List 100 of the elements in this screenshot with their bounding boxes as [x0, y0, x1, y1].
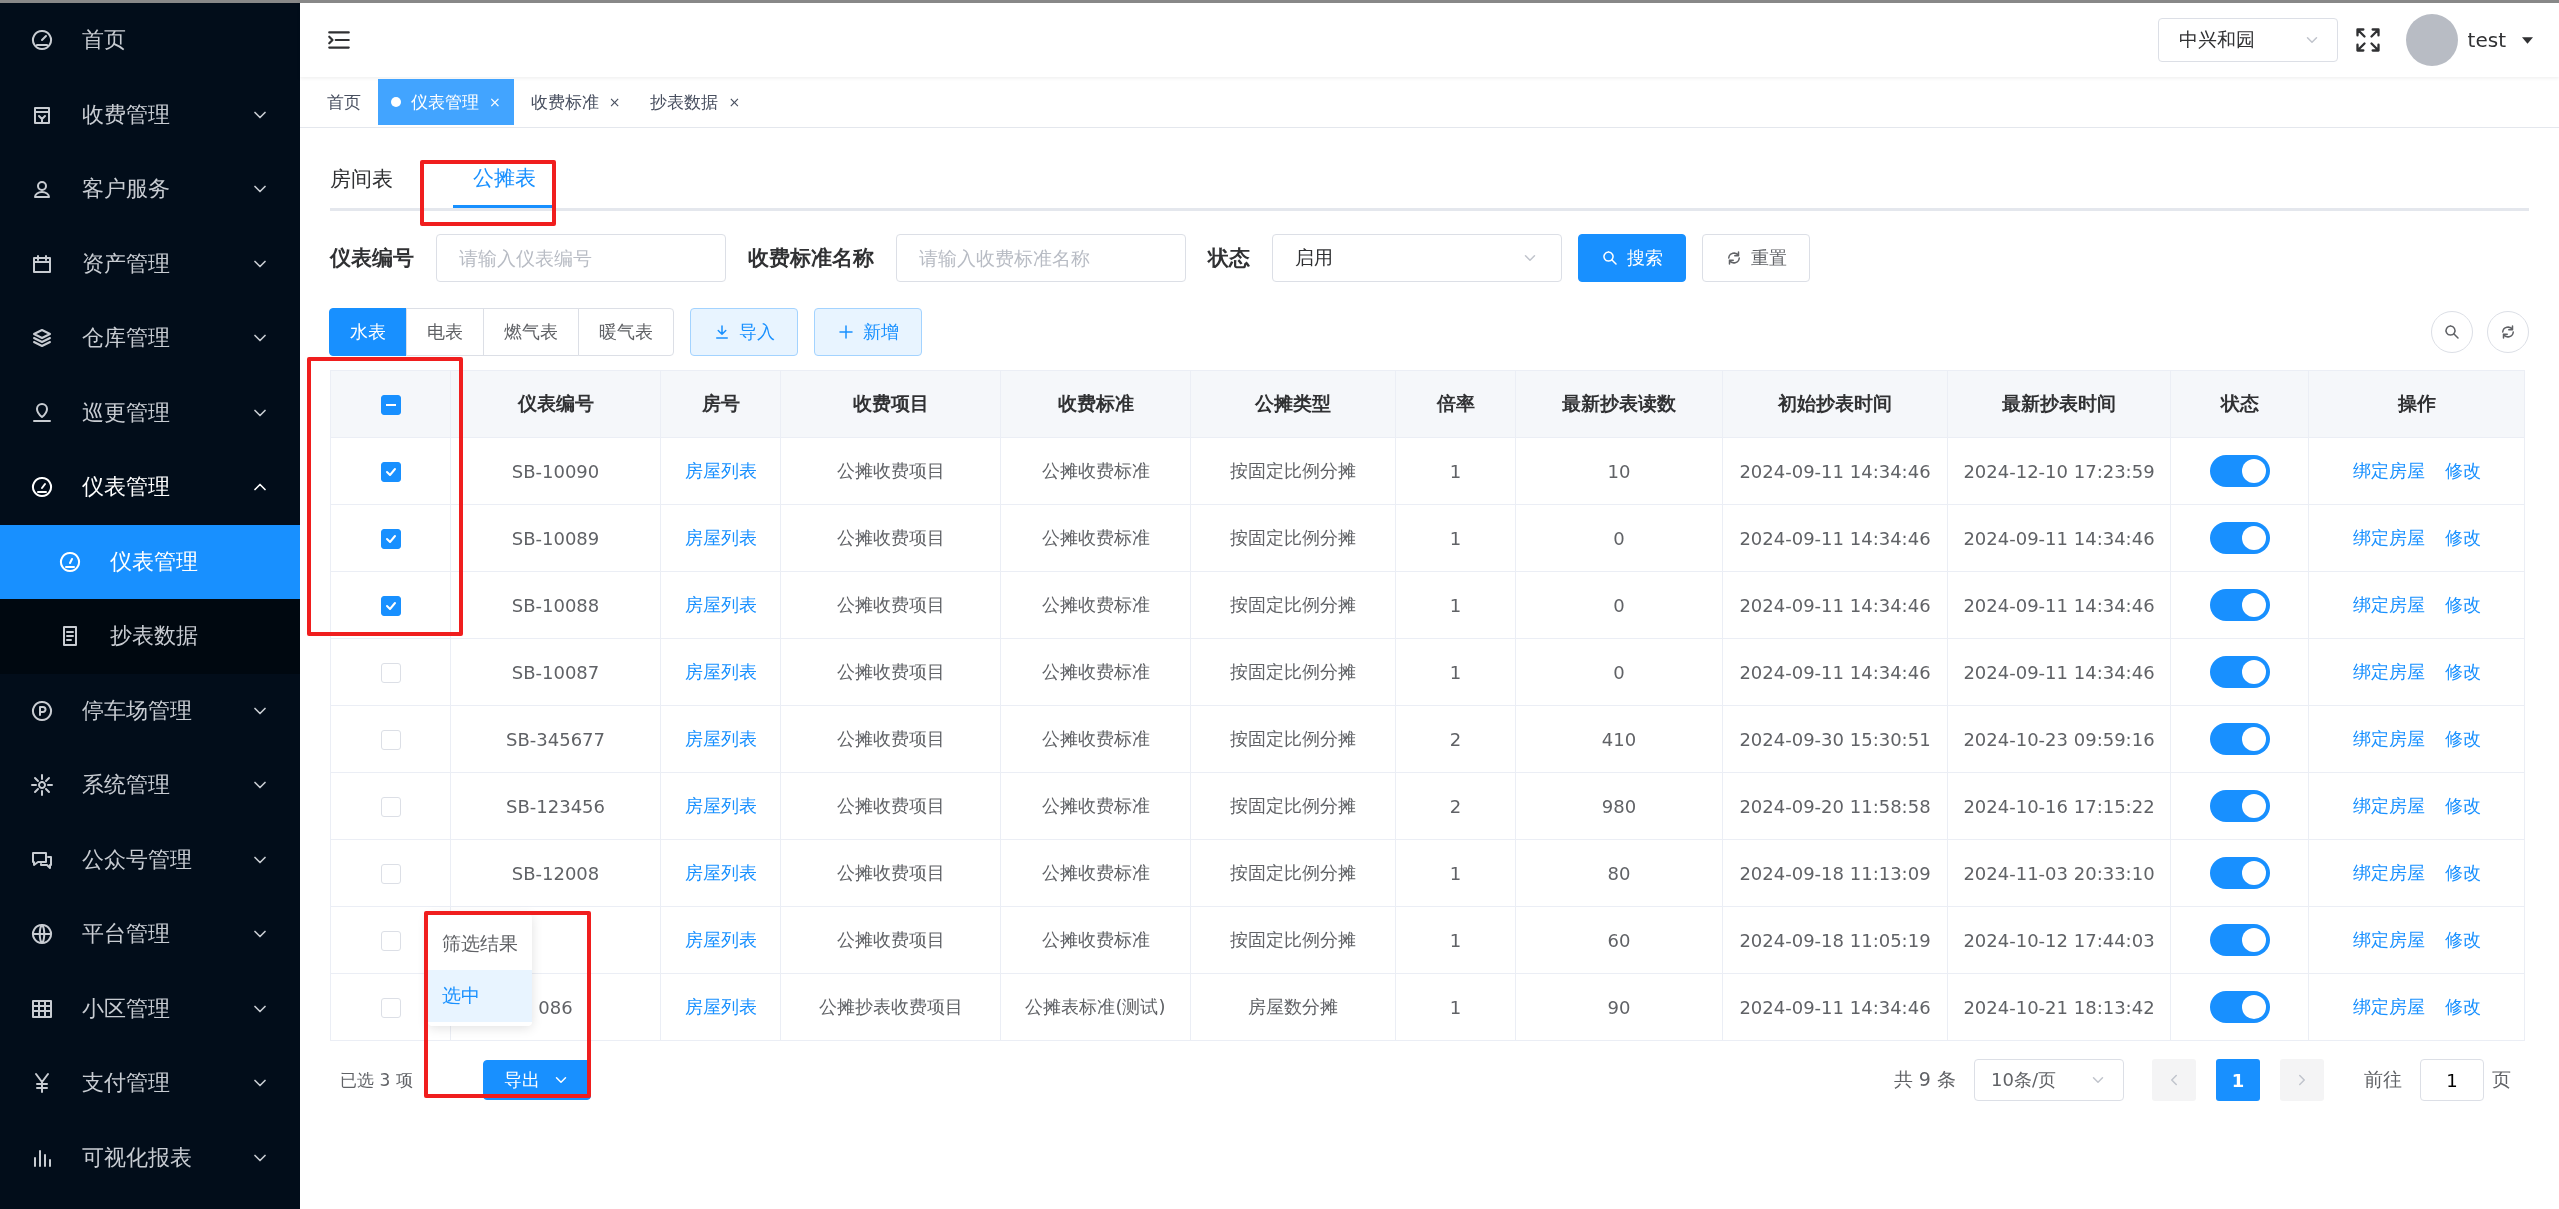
status-switch[interactable]	[2209, 857, 2270, 889]
menu-item[interactable]: 筛选结果	[428, 918, 532, 970]
meter-type-button[interactable]: 暖气表	[578, 308, 674, 356]
user-name[interactable]: test	[2467, 28, 2506, 52]
sidebar-item[interactable]: 支付管理	[0, 1046, 300, 1121]
bind-house-link[interactable]: 绑定房屋	[2352, 862, 2425, 883]
room-list-link[interactable]: 房屋列表	[684, 996, 757, 1017]
meter-type-button[interactable]: 电表	[406, 308, 484, 356]
tab[interactable]: 公摊表	[453, 150, 556, 208]
room-list-link[interactable]: 房屋列表	[684, 929, 757, 950]
sidebar-item[interactable]: 可视化报表	[0, 1120, 300, 1195]
status-switch[interactable]	[2209, 991, 2270, 1023]
search-button[interactable]: 搜索	[1578, 234, 1686, 282]
room-list-link[interactable]: 房屋列表	[684, 527, 757, 548]
column-header: 倍率	[1395, 370, 1516, 438]
page-number-field[interactable]: 1	[2420, 1059, 2484, 1101]
plus-icon	[837, 323, 855, 341]
room-list-link[interactable]: 房屋列表	[684, 460, 757, 481]
search-icon	[2443, 323, 2461, 341]
room-list-link[interactable]: 房屋列表	[684, 594, 757, 615]
table-cell: 2024-09-30 15:30:51	[1739, 728, 1931, 750]
sidebar-item[interactable]: 系统管理	[0, 748, 300, 823]
room-list-link[interactable]: 房屋列表	[684, 795, 757, 816]
sidebar-item[interactable]: 仪表管理	[0, 450, 300, 525]
refresh-button[interactable]	[2487, 311, 2529, 353]
sidebar-subitem[interactable]: 抄表数据	[0, 599, 300, 674]
sidebar-item[interactable]: 小区管理	[0, 971, 300, 1046]
row-checkbox[interactable]	[380, 596, 401, 616]
bind-house-link[interactable]: 绑定房屋	[2352, 728, 2425, 749]
edit-link[interactable]: 修改	[2444, 594, 2481, 615]
page-size-select[interactable]: 10条/页	[1974, 1059, 2124, 1101]
sidebar-item[interactable]: 客户服务	[0, 152, 300, 227]
bind-house-link[interactable]: 绑定房屋	[2352, 460, 2425, 481]
table-cell: 2024-09-11 14:34:46	[1963, 661, 2155, 683]
edit-link[interactable]: 修改	[2444, 728, 2481, 749]
status-switch[interactable]	[2209, 723, 2270, 755]
status-switch[interactable]	[2209, 924, 2270, 956]
status-switch[interactable]	[2209, 790, 2270, 822]
room-list-link[interactable]: 房屋列表	[684, 728, 757, 749]
bind-house-link[interactable]: 绑定房屋	[2352, 661, 2425, 682]
table-cell: 公摊收费项目	[836, 661, 945, 682]
menu-item[interactable]: 选中	[428, 970, 532, 1022]
community-select[interactable]: 中兴和园	[2157, 18, 2338, 62]
edit-link[interactable]: 修改	[2444, 527, 2481, 548]
edit-link[interactable]: 修改	[2444, 460, 2481, 481]
tab[interactable]: 房间表	[330, 150, 413, 208]
sidebar-item[interactable]: 巡更管理	[0, 375, 300, 450]
edit-link[interactable]: 修改	[2444, 661, 2481, 682]
avatar[interactable]	[2405, 14, 2458, 66]
row-checkbox[interactable]	[380, 462, 401, 482]
reset-button[interactable]: 重置	[1702, 234, 1810, 282]
add-button[interactable]: 新增	[814, 308, 922, 356]
sidebar-item[interactable]: 平台管理	[0, 897, 300, 972]
table-cell: 按固定比例分摊	[1230, 862, 1356, 883]
bind-house-link[interactable]: 绑定房屋	[2352, 594, 2425, 615]
page-button[interactable]: 1	[2216, 1059, 2260, 1101]
page-tab[interactable]: 抄表数据 ×	[637, 79, 754, 125]
sidebar-subitem[interactable]: 仪表管理	[0, 524, 300, 599]
table-cell: SB-10088	[511, 594, 600, 616]
sidebar-item[interactable]: 资产管理	[0, 226, 300, 301]
edit-link[interactable]: 修改	[2444, 996, 2481, 1017]
bind-house-link[interactable]: 绑定房屋	[2352, 996, 2425, 1017]
standard-name-field[interactable]: 请输入收费标准名称	[896, 234, 1186, 282]
caret-icon[interactable]	[2522, 36, 2533, 44]
sidebar-item[interactable]: 首页	[0, 3, 300, 78]
import-button[interactable]: 导入	[690, 308, 798, 356]
sidebar-item[interactable]: 停车场管理	[0, 673, 300, 748]
page-tab[interactable]: 仪表管理 ×	[378, 79, 514, 125]
sidebar-item[interactable]: 仓库管理	[0, 301, 300, 376]
room-list-link[interactable]: 房屋列表	[684, 661, 757, 682]
bind-house-link[interactable]: 绑定房屋	[2352, 929, 2425, 950]
edit-link[interactable]: 修改	[2444, 862, 2481, 883]
status-switch[interactable]	[2209, 589, 2270, 621]
sidebar-item[interactable]: 收费管理	[0, 77, 300, 152]
meter-type-button[interactable]: 燃气表	[483, 308, 579, 356]
table-cell: 公摊收费标准	[1041, 460, 1150, 481]
status-switch[interactable]	[2209, 522, 2270, 554]
bind-house-link[interactable]: 绑定房屋	[2352, 527, 2425, 548]
room-list-link[interactable]: 房屋列表	[684, 862, 757, 883]
table-cell: 2024-09-11 14:34:46	[1963, 527, 2155, 549]
table-cell: 2024-09-11 14:34:46	[1739, 594, 1931, 616]
edit-link[interactable]: 修改	[2444, 795, 2481, 816]
search-button[interactable]	[2431, 311, 2473, 353]
bind-house-link[interactable]: 绑定房屋	[2352, 795, 2425, 816]
meter-number-field[interactable]: 请输入仪表编号	[436, 234, 726, 282]
status-switch[interactable]	[2209, 656, 2270, 688]
fullscreen-icon[interactable]	[2353, 26, 2382, 54]
status-select[interactable]: 启用	[1272, 234, 1562, 282]
page-tab[interactable]: 首页	[314, 79, 374, 125]
page-tab[interactable]: 收费标准 ×	[517, 79, 634, 125]
meter-type-button[interactable]: 水表	[329, 308, 407, 356]
sidebar-item[interactable]: 公众号管理	[0, 822, 300, 897]
table-cell: 公摊收费项目	[836, 728, 945, 749]
table-cell: 按固定比例分摊	[1230, 661, 1356, 682]
row-checkbox[interactable]	[380, 529, 401, 549]
column-header: 状态	[2170, 370, 2309, 438]
select-all-checkbox[interactable]	[380, 395, 401, 416]
edit-link[interactable]: 修改	[2444, 929, 2481, 950]
table-cell: 按固定比例分摊	[1230, 929, 1356, 950]
status-switch[interactable]	[2209, 455, 2270, 487]
